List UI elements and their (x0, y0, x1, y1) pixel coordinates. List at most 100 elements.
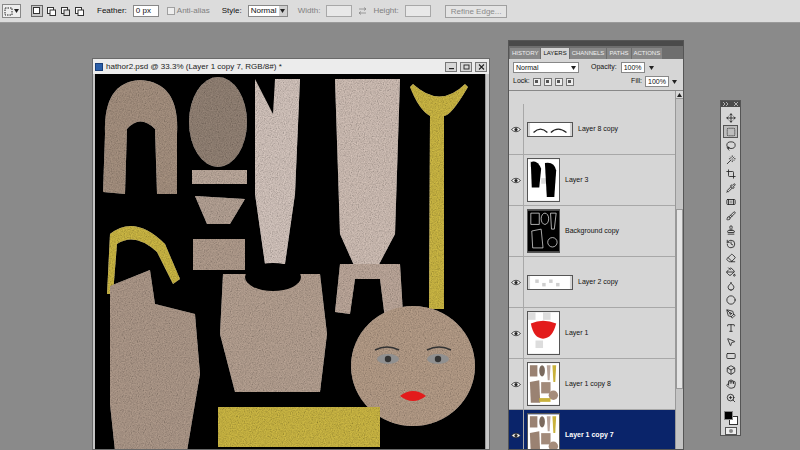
anti-alias-checkbox[interactable]: Anti-alias (167, 5, 210, 17)
width-field[interactable] (326, 5, 352, 17)
thumbnail-cell (527, 275, 573, 290)
close-icon (478, 64, 485, 70)
foreground-color-swatch[interactable] (724, 411, 733, 420)
document-window[interactable]: hathor2.psd @ 33.3% (Layer 1 copy 7, RGB… (92, 58, 490, 450)
wand-icon (726, 155, 736, 165)
feather-field[interactable]: 0 px (133, 5, 159, 17)
width-label: Width: (298, 5, 321, 17)
vertical-scrollbar[interactable] (485, 74, 489, 449)
tool-button[interactable] (723, 223, 738, 236)
maximize-button[interactable] (460, 62, 472, 72)
lock-row: Lock:Fill:100% (509, 73, 683, 87)
refine-edge-button[interactable]: Refine Edge... (445, 5, 508, 18)
layer-row[interactable]: Layer 2 copy (509, 257, 675, 308)
tool-button[interactable] (723, 139, 738, 152)
visibility-toggle[interactable] (509, 359, 524, 409)
lock-all-button[interactable] (566, 78, 574, 86)
blend-mode-dropdown[interactable]: Normal (513, 62, 579, 73)
panel-tab[interactable]: CHANNELS (570, 48, 607, 59)
panel-tab[interactable]: LAYERS (541, 48, 568, 59)
tool-button[interactable] (723, 111, 738, 124)
tool-button[interactable] (723, 125, 738, 138)
tool-button[interactable] (723, 153, 738, 166)
selection-mode-button[interactable] (45, 5, 57, 17)
thumbnail-cell (527, 311, 560, 355)
tool-button[interactable] (723, 237, 738, 250)
selection-mode-button[interactable] (31, 5, 43, 17)
tool-button[interactable] (723, 251, 738, 264)
minimize-button[interactable] (445, 62, 457, 72)
selection-mode-button[interactable] (59, 5, 71, 17)
dropdown-arrow-icon (571, 66, 576, 70)
layer-row[interactable]: Layer 1 copy 7 (509, 410, 675, 449)
lock-pixels-icon (545, 79, 550, 84)
selection-mode-button[interactable] (73, 5, 85, 17)
dropdown-arrow-icon[interactable] (649, 66, 654, 70)
document-title: hathor2.psd @ 33.3% (Layer 1 copy 7, RGB… (106, 61, 442, 73)
thumbnail-cell (527, 362, 560, 406)
layers-scrollbar[interactable] (675, 91, 683, 449)
dropdown-arrow-icon (14, 9, 19, 13)
lock-transparency-button[interactable] (533, 78, 541, 86)
panel-tab[interactable]: ACTIONS (632, 48, 663, 59)
scroll-thumb[interactable] (676, 209, 683, 389)
panel-tab[interactable]: HISTORY (510, 48, 540, 59)
scroll-up-button[interactable] (676, 91, 683, 99)
tool-button[interactable] (723, 363, 738, 376)
eye-icon (511, 381, 521, 388)
height-field[interactable] (405, 5, 431, 17)
visibility-toggle[interactable] (509, 308, 524, 358)
tool-button[interactable] (723, 265, 738, 278)
anti-alias-label: Anti-alias (177, 5, 210, 17)
visibility-toggle[interactable] (509, 155, 524, 205)
document-title-bar[interactable]: hathor2.psd @ 33.3% (Layer 1 copy 7, RGB… (93, 59, 489, 74)
tool-button[interactable] (723, 321, 738, 334)
visibility-toggle[interactable] (509, 257, 524, 307)
layer-row[interactable]: Background copy (509, 206, 675, 257)
marquee-icon (726, 127, 736, 137)
layer-thumbnail (527, 122, 573, 137)
layer-row[interactable]: Layer 8 copy (509, 104, 675, 155)
layer-name: Layer 2 copy (578, 277, 618, 288)
tool-button[interactable] (723, 335, 738, 348)
tool-button[interactable] (723, 195, 738, 208)
close-button[interactable] (475, 62, 487, 72)
3d-icon (726, 365, 736, 375)
tool-preset-picker[interactable] (2, 4, 21, 18)
layer-row[interactable]: Layer 1 (509, 308, 675, 359)
tool-button[interactable] (723, 181, 738, 194)
tool-button[interactable] (723, 293, 738, 306)
opacity-field[interactable]: 100% (621, 62, 645, 73)
tool-button[interactable] (723, 391, 738, 404)
tool-button[interactable] (723, 307, 738, 320)
thumbnail-cell (527, 158, 560, 202)
style-dropdown[interactable]: Normal (248, 5, 288, 17)
swap-icon[interactable] (358, 7, 367, 15)
visibility-toggle[interactable] (509, 410, 524, 449)
layer-row[interactable]: Layer 3 (509, 155, 675, 206)
zoom-icon (726, 393, 736, 403)
panel-tab[interactable]: PATHS (607, 48, 630, 59)
healing-icon (726, 197, 736, 207)
tool-button[interactable] (723, 377, 738, 390)
lock-label: Lock: (513, 76, 530, 87)
eraser-icon (726, 253, 736, 263)
tool-button[interactable] (723, 167, 738, 180)
eye-icon (511, 279, 521, 286)
layer-row[interactable]: Layer 1 copy 8 (509, 359, 675, 410)
lock-position-button[interactable] (555, 78, 563, 86)
collapse-icon[interactable] (723, 102, 728, 106)
close-icon[interactable] (734, 102, 738, 106)
tool-button[interactable] (723, 279, 738, 292)
canvas[interactable] (95, 74, 485, 449)
lock-pixels-button[interactable] (544, 78, 552, 86)
visibility-toggle[interactable] (509, 206, 524, 256)
dropdown-arrow-icon[interactable] (672, 80, 677, 84)
tool-button[interactable] (723, 349, 738, 362)
bucket-icon (726, 267, 736, 277)
tool-button[interactable] (723, 209, 738, 222)
visibility-toggle[interactable] (509, 104, 524, 154)
layer-name: Background copy (565, 226, 619, 237)
fill-field[interactable]: 100% (645, 76, 669, 87)
quick-mask-button[interactable] (725, 427, 737, 435)
